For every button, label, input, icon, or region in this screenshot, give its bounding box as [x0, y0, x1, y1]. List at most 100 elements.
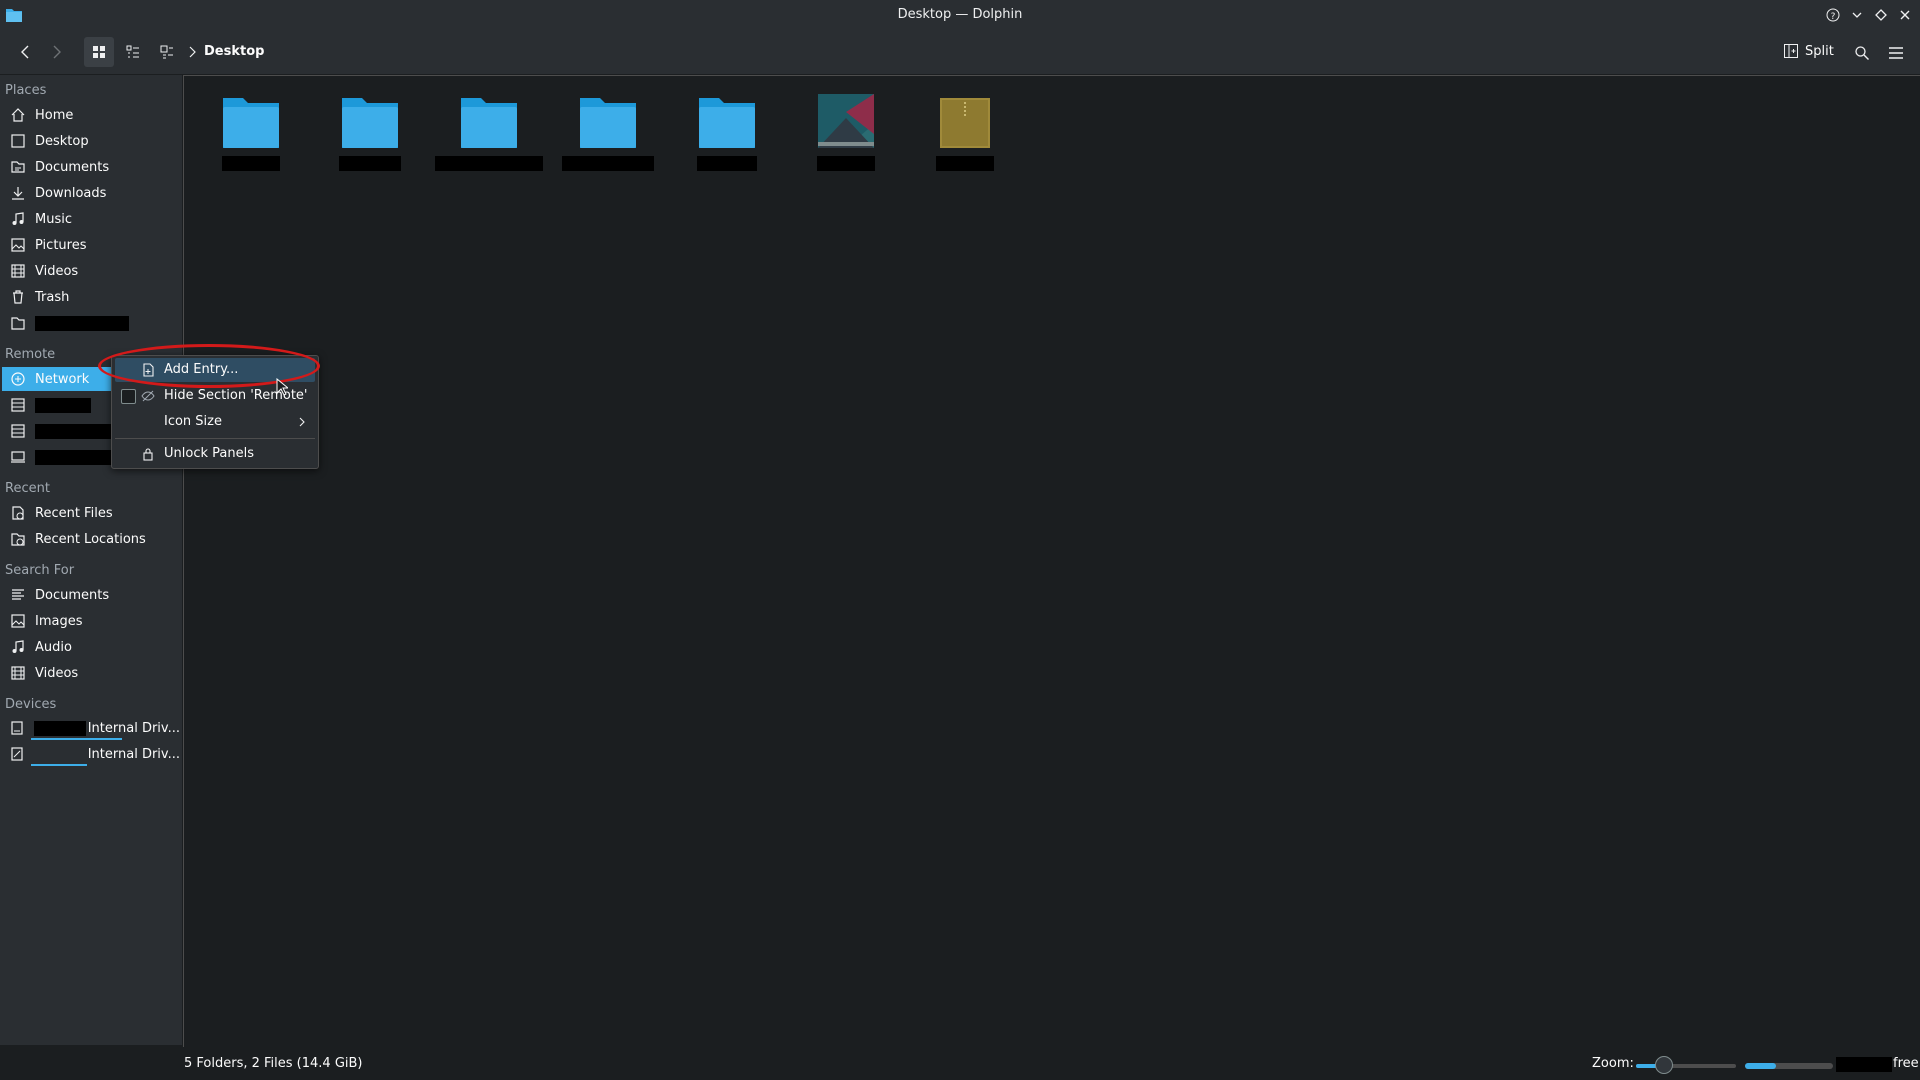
menu-item-label: Icon Size — [164, 414, 222, 429]
disk-space-bar — [1745, 1063, 1833, 1069]
redacted-filename — [222, 156, 280, 171]
redacted-filename — [562, 156, 654, 171]
sidebar-item-music[interactable]: Music — [2, 207, 180, 231]
menu-separator — [115, 438, 315, 439]
sidebar-item-search-videos[interactable]: Videos — [2, 661, 180, 685]
breadcrumb[interactable]: Desktop — [204, 44, 264, 59]
back-button[interactable] — [12, 37, 38, 67]
sidebar-item-label: Network — [35, 371, 90, 387]
file-item-folder[interactable] — [315, 92, 425, 192]
music-icon — [9, 210, 27, 228]
zoom-slider-handle[interactable] — [1655, 1056, 1673, 1074]
device-2-usage-bar — [31, 764, 87, 766]
menu-item-unlock-panels[interactable]: Unlock Panels — [115, 442, 315, 466]
sidebar-item-pictures[interactable]: Pictures — [2, 233, 180, 257]
lock-icon — [140, 446, 156, 462]
sidebar-item-search-audio[interactable]: Audio — [2, 635, 180, 659]
archive-file-icon — [935, 92, 995, 152]
recent-locations-icon — [9, 530, 27, 548]
title-bar: Desktop — Dolphin ? — [0, 0, 1920, 30]
sidebar-item-label: Images — [35, 613, 83, 629]
recent-files-icon — [9, 504, 27, 522]
details-view-icon[interactable] — [118, 37, 148, 67]
sidebar-item-recent-locations[interactable]: Recent Locations — [2, 527, 180, 551]
chevron-right-icon — [187, 44, 197, 60]
sidebar-item-videos[interactable]: Videos — [2, 259, 180, 283]
sidebar-item-device-2[interactable]: Internal Driv... — [2, 742, 180, 766]
image-file-icon — [816, 92, 876, 152]
sidebar-item-label: Audio — [35, 639, 72, 655]
downloads-icon — [9, 184, 27, 202]
help-icon[interactable]: ? — [1824, 6, 1842, 24]
redacted-label — [35, 449, 115, 465]
text-search-icon — [9, 586, 27, 604]
file-item-folder[interactable] — [672, 92, 782, 192]
folder-icon — [459, 92, 519, 152]
menu-item-icon-size[interactable]: Icon Size — [115, 410, 315, 434]
sidebar-item-device-1[interactable]: Internal Driv... — [2, 716, 180, 740]
close-icon[interactable] — [1896, 6, 1914, 24]
drive-icon — [9, 745, 26, 763]
sidebar-item-downloads[interactable]: Downloads — [2, 181, 180, 205]
sidebar-item-label: Trash — [35, 289, 70, 305]
sidebar-item-label: Internal Driv... — [87, 746, 180, 762]
redacted-filename — [817, 156, 875, 171]
context-menu: Add Entry... Hide Section 'Remote' Icon … — [111, 355, 319, 469]
redacted-label — [35, 423, 115, 439]
audio-search-icon — [9, 638, 27, 656]
file-item-image[interactable] — [791, 92, 901, 192]
sidebar-item-label: Recent Files — [35, 505, 113, 521]
sidebar-item-label: Downloads — [35, 185, 107, 201]
sidebar-item-search-documents[interactable]: Documents — [2, 583, 180, 607]
sidebar-item-label: Home — [35, 107, 74, 123]
file-item-folder[interactable] — [553, 92, 663, 192]
maximize-icon[interactable] — [1872, 6, 1890, 24]
sidebar-item-desktop[interactable]: Desktop — [2, 129, 180, 153]
server-icon — [9, 422, 27, 440]
places-header: Places — [5, 83, 47, 98]
folder-icon — [578, 92, 638, 152]
zoom-slider-track[interactable] — [1636, 1064, 1736, 1068]
sidebar-item-label: Videos — [35, 665, 79, 681]
redacted-filename — [435, 156, 543, 171]
documents-icon — [9, 158, 27, 176]
drive-icon — [9, 719, 26, 737]
split-icon — [1784, 44, 1798, 58]
redacted-filename — [936, 156, 994, 171]
sidebar-item-trash[interactable]: Trash — [2, 285, 180, 309]
folder-icon — [340, 92, 400, 152]
menu-item-label: Add Entry... — [164, 362, 239, 377]
minimize-icon[interactable] — [1848, 6, 1866, 24]
remote-header: Remote — [5, 347, 56, 362]
redacted-label — [33, 720, 86, 736]
split-button[interactable]: Split — [1783, 36, 1834, 66]
hide-icon — [140, 388, 156, 404]
trash-icon — [9, 288, 27, 306]
file-item-folder[interactable] — [196, 92, 306, 192]
sidebar-item-redacted-folder[interactable] — [2, 311, 180, 335]
hide-section-checkbox[interactable] — [121, 389, 136, 404]
folder-icon — [697, 92, 757, 152]
redacted-free-space — [1836, 1057, 1892, 1072]
file-item-folder[interactable] — [434, 92, 544, 192]
places-panel: Places Home Desktop Documents Downloads … — [0, 75, 182, 1045]
sidebar-item-recent-files[interactable]: Recent Files — [2, 501, 180, 525]
network-icon — [9, 370, 27, 388]
forward-button[interactable] — [44, 37, 70, 67]
devices-header: Devices — [5, 697, 57, 712]
image-search-icon — [9, 612, 27, 630]
file-view[interactable] — [183, 75, 1920, 1048]
search-icon[interactable] — [1849, 38, 1875, 68]
sidebar-item-home[interactable]: Home — [2, 103, 180, 127]
computer-icon — [9, 448, 27, 466]
window-title: Desktop — Dolphin — [897, 7, 1023, 22]
file-item-archive[interactable] — [910, 92, 1020, 192]
server-icon — [9, 396, 27, 414]
icons-view-icon[interactable] — [84, 37, 114, 67]
sidebar-item-search-images[interactable]: Images — [2, 609, 180, 633]
zoom-label: Zoom: — [1592, 1056, 1634, 1071]
sidebar-item-documents[interactable]: Documents — [2, 155, 180, 179]
desktop-icon — [9, 132, 27, 150]
hamburger-menu-icon[interactable] — [1883, 38, 1909, 68]
compact-view-icon[interactable] — [152, 37, 182, 67]
